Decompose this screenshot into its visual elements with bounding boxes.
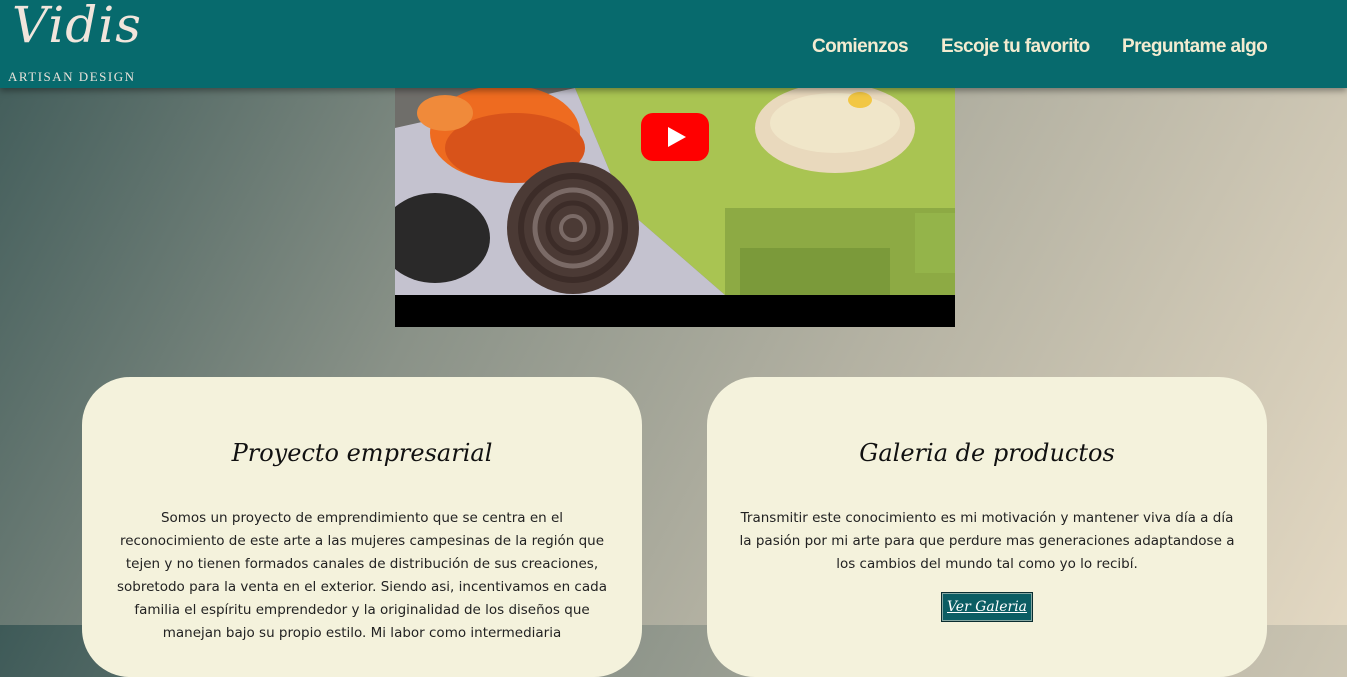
card-title: Galeria de productos <box>859 439 1115 467</box>
card-text: Transmitir este conocimiento es mi motiv… <box>739 510 1235 572</box>
brand-tagline: ARTISAN DESIGN <box>8 69 136 84</box>
play-icon[interactable] <box>641 113 709 161</box>
card-title: Proyecto empresarial <box>231 439 493 467</box>
navbar: Vidis ARTISAN DESIGN Comienzos Escoje tu… <box>0 0 1347 88</box>
brand-name: Vidis <box>12 0 142 54</box>
card-text: Somos un proyecto de emprendimiento que … <box>117 510 607 641</box>
card-galeria-de-productos: Galeria de productos Transmitir este con… <box>707 377 1267 677</box>
nav-link-preguntame-algo[interactable]: Preguntame algo <box>1122 36 1268 58</box>
card-proyecto-empresarial: Proyecto empresarial Somos un proyecto d… <box>82 377 642 677</box>
video-player[interactable] <box>395 88 955 327</box>
nav-link-escoje-tu-favorito[interactable]: Escoje tu favorito <box>941 36 1090 58</box>
nav-link-comienzos[interactable]: Comienzos <box>812 36 909 58</box>
ver-galeria-button[interactable]: Ver Galeria <box>941 592 1033 622</box>
brand-logo[interactable]: Vidis ARTISAN DESIGN <box>8 0 141 88</box>
